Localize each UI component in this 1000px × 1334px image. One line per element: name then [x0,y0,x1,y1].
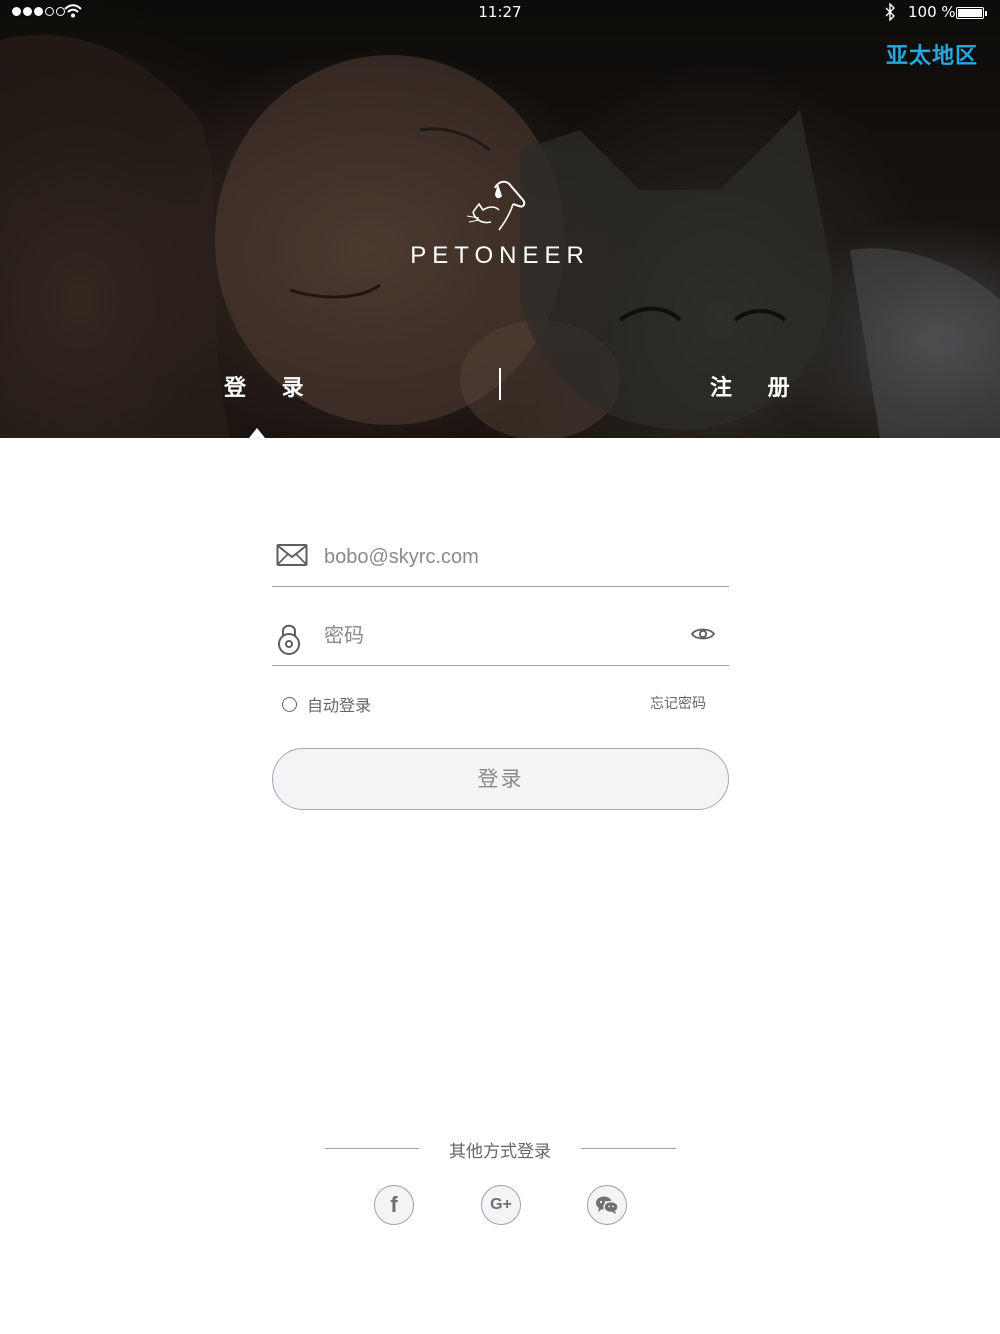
wechat-login-button[interactable] [587,1185,627,1225]
facebook-icon: f [390,1192,398,1217]
tab-register[interactable]: 注 册 [710,370,804,402]
battery-percent: 100 % [908,3,956,21]
eye-icon[interactable] [691,626,715,642]
brand-logo: PETONEER [400,178,600,270]
password-field [272,616,729,666]
login-button[interactable]: 登录 [272,748,729,810]
google-plus-login-button[interactable]: G+ [481,1185,521,1225]
wechat-icon [596,1196,619,1214]
other-login-label: 其他方式登录 [449,1142,551,1162]
auto-login-label: 自动登录 [307,696,372,715]
battery-icon [956,7,987,19]
petoneer-cat-dog-logo [466,180,526,231]
google-plus-icon: G+ [490,1196,512,1213]
auto-login-option[interactable]: 自动登录 [282,692,371,716]
tab-divider [499,368,501,400]
bluetooth-icon [885,3,895,21]
password-input[interactable] [324,618,674,654]
facebook-login-button[interactable]: f [374,1185,414,1225]
auto-login-radio[interactable] [282,696,297,712]
email-input[interactable] [324,539,674,575]
status-bar: 11:27 100 % [0,0,1000,26]
mail-icon [276,544,308,566]
email-field [272,537,729,587]
active-tab-caret [249,428,265,438]
brand-name: PETONEER [410,242,590,269]
other-login-divider-right [581,1148,676,1149]
tab-login[interactable]: 登 录 [224,370,318,402]
status-time: 11:27 [478,3,522,21]
forgot-password-link[interactable]: 忘记密码 [650,693,706,713]
hero-banner: 11:27 100 % 亚太地区 PETONEER 登 录 注 册 [0,0,1000,438]
lock-icon [278,624,300,655]
region-selector[interactable]: 亚太地区 [886,38,978,70]
